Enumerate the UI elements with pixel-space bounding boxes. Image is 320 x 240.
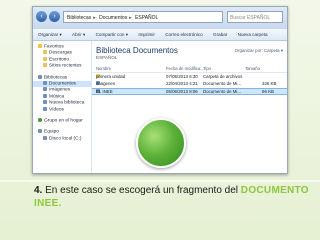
folder-icon: [43, 63, 47, 68]
open-menu[interactable]: Abrir ▾: [72, 32, 85, 37]
navigation-pane: Favoritos Descargas Escritorio Sitios re…: [33, 41, 92, 173]
address-bar[interactable]: Bibliotecas ▸ Documentos ▸ ESPAÑOL: [63, 11, 223, 23]
column-date[interactable]: Fecha de modifica...: [166, 65, 204, 72]
library-subtitle: ESPAÑOL: [96, 55, 118, 60]
green-circle-marker: [136, 118, 186, 168]
title-bar: ‹ › Bibliotecas ▸ Documentos ▸ ESPAÑOL Bus…: [33, 7, 287, 29]
new-folder-button[interactable]: Nueva carpeta: [238, 32, 268, 37]
music-library-icon: [43, 93, 47, 98]
forward-button[interactable]: ›: [49, 11, 60, 22]
computer-icon: [38, 129, 42, 134]
video-library-icon: [43, 106, 47, 111]
caption-text: En este caso se escogerá un fragmento de…: [42, 185, 241, 196]
nav-recent[interactable]: Sitios recientes: [33, 63, 91, 69]
email-button[interactable]: Correo electrónico: [165, 32, 203, 37]
file-type: Documento de Mi...: [203, 81, 242, 86]
share-menu[interactable]: Compartir con ▾: [96, 32, 128, 37]
command-toolbar: Organizar ▾ Abrir ▾ Compartir con ▾ Impr…: [33, 29, 287, 41]
file-size: 326 KB: [262, 81, 277, 86]
drive-icon: [43, 135, 47, 140]
file-date: 07/05/2013 6:30: [166, 74, 198, 79]
file-date: 22/04/2013 4:21: [166, 81, 198, 86]
homegroup-icon: [38, 117, 42, 122]
slide-caption: 4. En este caso se escogerá un fragmento…: [34, 184, 310, 210]
burn-button[interactable]: Grabar: [213, 32, 227, 37]
folder-icon: [43, 50, 47, 55]
nav-buttons: ‹ ›: [36, 11, 60, 22]
library-icon: [43, 100, 47, 105]
arrange-by-dropdown[interactable]: Organizar por: Carpeta ▾: [235, 48, 283, 54]
image-library-icon: [43, 87, 47, 92]
breadcrumb-libraries[interactable]: Bibliotecas: [67, 15, 91, 21]
library-icon: [38, 74, 42, 79]
folder-icon: [43, 56, 47, 61]
nav-homegroup[interactable]: Grupo en el hogar: [33, 117, 91, 124]
breadcrumb-documents[interactable]: Documentos: [99, 15, 127, 21]
breadcrumb-espanol[interactable]: ESPAÑOL: [135, 15, 158, 21]
library-title: Biblioteca Documentos: [96, 46, 178, 55]
search-input[interactable]: Buscar ESPAÑOL: [227, 11, 283, 23]
print-button[interactable]: Imprimir: [138, 32, 155, 37]
file-type: Documento de Mi...: [203, 89, 242, 94]
file-size: 96 KB: [262, 89, 274, 94]
column-size[interactable]: Tamaño: [245, 65, 260, 72]
star-icon: [38, 44, 42, 48]
column-headers: Nombre Fecha de modifica... Tipo Tamaño: [92, 65, 287, 73]
column-type[interactable]: Tipo: [203, 65, 211, 72]
nav-videos[interactable]: Vídeos: [33, 106, 91, 113]
back-button[interactable]: ‹: [36, 11, 47, 22]
nav-local-disk[interactable]: Disco local (C:): [33, 135, 91, 142]
file-row[interactable]: primera unidad 07/05/2013 6:30 Carpeta d…: [92, 74, 287, 81]
file-list-pane: Biblioteca Documentos ESPAÑOL Organizar …: [92, 41, 287, 173]
document-library-icon: [43, 80, 47, 85]
column-name[interactable]: Nombre: [96, 65, 111, 72]
divider: [0, 180, 320, 182]
organize-menu[interactable]: Organizar ▾: [38, 32, 62, 37]
file-type: Carpeta de archivos: [203, 74, 243, 79]
file-row-selected[interactable]: EL INEE 05/06/2013 8:06 Documento de Mi.…: [92, 88, 287, 95]
file-date: 05/06/2013 8:06: [166, 89, 198, 94]
file-row[interactable]: imagenes 22/04/2013 4:21 Documento de Mi…: [92, 81, 287, 88]
